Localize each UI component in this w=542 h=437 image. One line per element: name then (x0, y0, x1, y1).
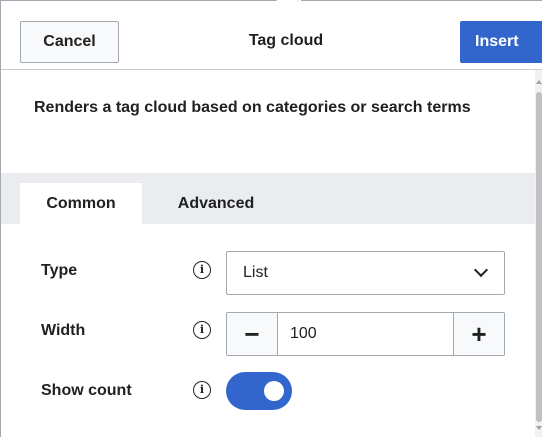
width-input[interactable]: 100 (278, 313, 453, 355)
width-label: Width (41, 322, 86, 339)
show-count-label: Show count (41, 382, 132, 399)
scrollbar-thumb[interactable] (536, 92, 542, 422)
show-count-info-icon[interactable]: i (193, 381, 211, 399)
dialog-title: Tag cloud (248, 32, 324, 49)
width-stepper: − 100 + (226, 312, 505, 356)
type-label: Type (41, 262, 78, 279)
cancel-button[interactable]: Cancel (20, 21, 119, 63)
dialog-header: Cancel Tag cloud Insert (1, 0, 542, 70)
decrement-button[interactable]: − (227, 313, 278, 355)
type-select-value: List (243, 264, 268, 281)
toggle-knob (264, 381, 284, 401)
width-info-icon[interactable]: i (193, 321, 211, 339)
tab-common[interactable]: Common (20, 183, 142, 224)
insert-button[interactable]: Insert (460, 21, 542, 63)
dialog-description: Renders a tag cloud based on categories … (34, 99, 471, 116)
chevron-down-icon (473, 262, 489, 278)
tab-bar: Common Advanced (1, 173, 535, 224)
scroll-up-icon[interactable] (536, 80, 542, 84)
show-count-toggle[interactable] (226, 372, 292, 410)
scrollbar[interactable] (535, 70, 542, 437)
tag-cloud-dialog: Cancel Tag cloud Insert Renders a tag cl… (0, 0, 542, 437)
type-info-icon[interactable]: i (193, 261, 211, 279)
scroll-down-icon[interactable] (536, 426, 542, 430)
tab-advanced[interactable]: Advanced (151, 183, 281, 224)
increment-button[interactable]: + (453, 313, 504, 355)
type-select[interactable]: List (226, 251, 505, 295)
